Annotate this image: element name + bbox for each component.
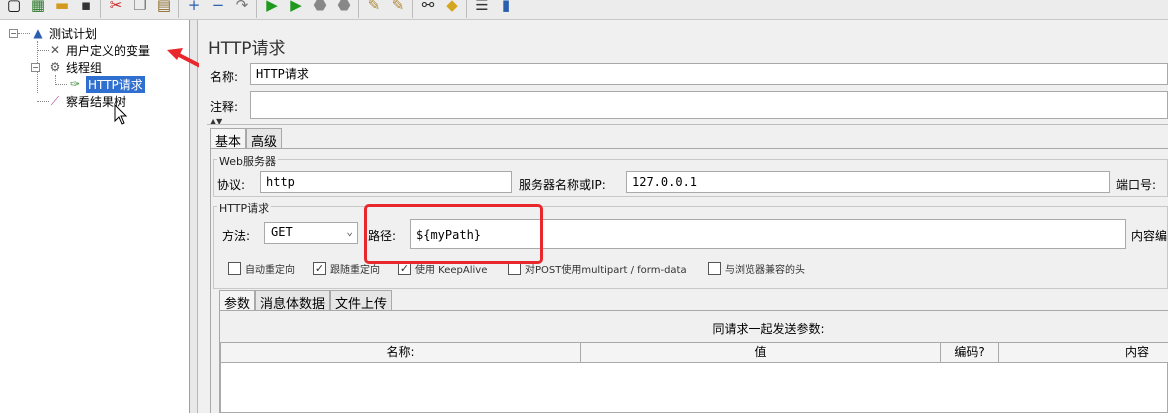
test-plan-tree: − ▲ 测试计划 ✕ 用户定义的变量 − ⚙ 线程组 ✑ HTTP请求 ⟋ 察看… xyxy=(0,20,190,413)
protocol-field[interactable]: http xyxy=(260,171,512,193)
chevron-down-icon: ⌄ xyxy=(346,225,353,238)
server-field[interactable]: 127.0.0.1 xyxy=(626,171,1110,193)
collapse-thread-group-icon[interactable]: − xyxy=(31,63,40,72)
protocol-label: 协议: xyxy=(217,178,246,192)
params-caption: 同请求一起发送参数: xyxy=(712,322,825,336)
browser-headers-checkbox[interactable]: 与浏览器兼容的头 xyxy=(708,261,805,276)
table-header: 名称: 值 编码? 内容 xyxy=(221,343,1168,363)
checkbox-icon xyxy=(708,262,721,275)
copy-icon[interactable]: ❐ xyxy=(130,0,150,16)
checkbox-icon xyxy=(228,262,241,275)
splitter[interactable] xyxy=(190,20,198,413)
column-value[interactable]: 值 xyxy=(581,343,941,363)
tree-node-user-variables[interactable]: ✕ 用户定义的变量 xyxy=(47,42,150,58)
page-title: HTTP请求 xyxy=(208,39,286,59)
open-icon[interactable]: ▬ xyxy=(52,0,72,16)
function-helper-icon[interactable]: ☰ xyxy=(472,0,492,16)
tree-node-test-plan[interactable]: ▲ 测试计划 xyxy=(30,25,97,41)
start-no-pause-icon[interactable]: ▶ xyxy=(286,0,306,16)
port-label: 端口号: xyxy=(1116,178,1157,192)
tab-file-upload[interactable]: 文件上传 xyxy=(330,290,393,312)
checkmark-icon: ✓ xyxy=(313,262,326,275)
http-request-section-title: HTTP请求 xyxy=(217,200,272,216)
name-label: 名称: xyxy=(210,70,239,84)
toolbar: ▢ ▦ ▬ ▪ ✂ ❐ ▤ + − ↷ ▶ ▶ ⬣ ⬣ ✎ ✎ ⚯ ◆ ☰ ▮ xyxy=(0,0,1168,20)
column-encode[interactable]: 编码? xyxy=(941,343,999,363)
save-icon[interactable]: ▪ xyxy=(76,0,96,16)
templates-icon[interactable]: ▦ xyxy=(28,0,48,16)
encoding-label: 内容编 xyxy=(1131,229,1168,243)
stop-icon[interactable]: ⬣ xyxy=(310,0,330,16)
param-tabs: 参数 消息体数据 文件上传 xyxy=(219,290,393,312)
tree-node-http-request[interactable]: ✑ HTTP请求 xyxy=(67,75,145,93)
paste-icon[interactable]: ▤ xyxy=(154,0,174,16)
highlight-box xyxy=(364,204,543,264)
collapse-icon[interactable]: − xyxy=(208,0,228,16)
comment-field[interactable] xyxy=(250,91,1168,119)
column-content-type[interactable]: 内容 xyxy=(999,343,1168,363)
search-icon[interactable]: ⚯ xyxy=(418,0,438,16)
clear-icon[interactable]: ✎ xyxy=(364,0,384,16)
new-icon[interactable]: ▢ xyxy=(4,0,24,16)
auto-redirect-checkbox[interactable]: 自动重定向 xyxy=(228,261,295,276)
name-field[interactable]: HTTP请求 xyxy=(250,63,1168,85)
pipette-icon: ✑ xyxy=(69,77,81,91)
results-tree-icon: ⟋ xyxy=(50,93,60,108)
column-name[interactable]: 名称: xyxy=(221,343,581,363)
start-icon[interactable]: ▶ xyxy=(262,0,282,16)
tab-advanced[interactable]: 高级 xyxy=(246,128,283,150)
web-server-title: Web服务器 xyxy=(217,153,278,169)
reset-search-icon[interactable]: ◆ xyxy=(442,0,462,16)
method-select[interactable]: GET ⌄ xyxy=(264,222,358,244)
shutdown-icon[interactable]: ⬣ xyxy=(334,0,354,16)
expand-icon[interactable]: + xyxy=(184,0,204,16)
tree-node-thread-group[interactable]: ⚙ 线程组 xyxy=(47,59,102,75)
method-label: 方法: xyxy=(222,229,251,243)
gear-icon: ⚙ xyxy=(49,60,61,74)
clear-all-icon[interactable]: ✎ xyxy=(388,0,408,16)
tab-body-data[interactable]: 消息体数据 xyxy=(255,290,331,312)
toggle-icon[interactable]: ↷ xyxy=(232,0,252,16)
mouse-cursor-icon xyxy=(114,104,128,125)
comment-label: 注释: xyxy=(210,100,239,114)
wrench-icon: ✕ xyxy=(49,43,61,57)
main-tabs: 基本 高级 xyxy=(210,128,283,150)
cut-icon[interactable]: ✂ xyxy=(106,0,126,16)
collapse-root-icon[interactable]: − xyxy=(9,29,18,38)
tab-parameters[interactable]: 参数 xyxy=(219,290,256,312)
tab-basic[interactable]: 基本 xyxy=(210,128,247,150)
help-icon[interactable]: ▮ xyxy=(496,0,516,16)
server-label: 服务器名称或IP: xyxy=(519,178,606,192)
test-plan-icon: ▲ xyxy=(33,26,43,40)
http-request-panel: HTTP请求 名称: HTTP请求 注释: ▲▼ 基本 高级 Web服务器 协议… xyxy=(199,20,1168,413)
params-table[interactable]: 名称: 值 编码? 内容 xyxy=(220,342,1168,413)
